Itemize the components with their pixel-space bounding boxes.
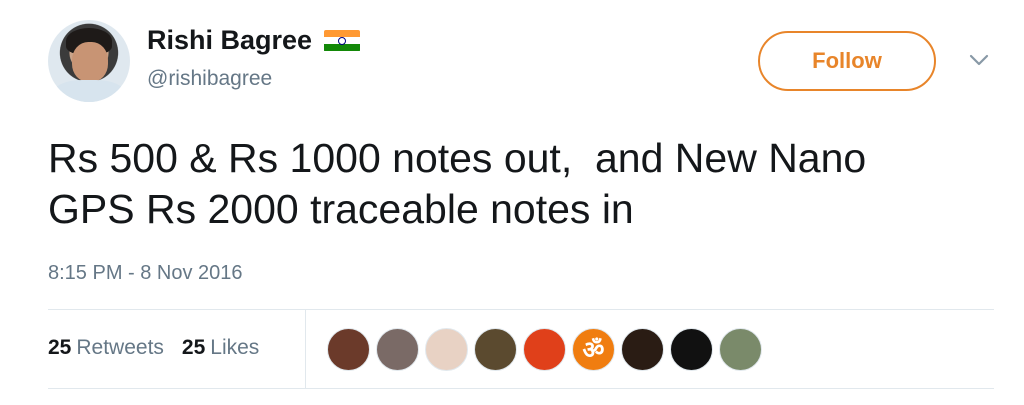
liker-avatar-4[interactable] — [474, 328, 517, 371]
likes-label: Likes — [210, 336, 260, 359]
avatar-shirt — [54, 80, 124, 102]
follow-button[interactable]: Follow — [758, 31, 936, 91]
author-avatar[interactable] — [48, 20, 130, 102]
india-flag-icon — [324, 29, 361, 52]
author-display-name[interactable]: Rishi Bagree — [147, 25, 312, 56]
tweet-text: Rs 500 & Rs 1000 notes out, and New Nano… — [48, 135, 867, 232]
author-name-row: Rishi Bagree — [147, 25, 361, 56]
retweets-count: 25 — [48, 336, 72, 359]
liker-avatar-8[interactable] — [670, 328, 713, 371]
likes-stat[interactable]: 25 Likes — [182, 336, 259, 360]
liker-avatar-7[interactable] — [621, 328, 664, 371]
stats-divider-top — [48, 309, 994, 310]
stats-divider-vertical — [305, 309, 306, 389]
chevron-down-icon[interactable] — [968, 50, 990, 70]
stats-divider-bottom — [48, 388, 994, 389]
om-glyph: ॐ — [582, 337, 605, 364]
om-icon[interactable]: ॐ — [572, 328, 615, 371]
tweet-timestamp[interactable]: 8:15 PM - 8 Nov 2016 — [48, 262, 243, 285]
retweets-label: Retweets — [76, 336, 164, 359]
author-handle[interactable]: @rishibagree — [147, 67, 272, 91]
liker-avatar-3[interactable] — [425, 328, 468, 371]
retweets-stat[interactable]: 25 Retweets — [48, 336, 164, 360]
tweet-stats: 25 Retweets 25 Likes — [48, 336, 259, 360]
liker-avatar-5[interactable] — [523, 328, 566, 371]
liker-avatar-1[interactable] — [327, 328, 370, 371]
avatar-face — [72, 42, 108, 82]
liker-avatar-2[interactable] — [376, 328, 419, 371]
likers-avatar-list: ॐ — [327, 328, 762, 371]
likes-count: 25 — [181, 336, 206, 359]
liker-avatar-9[interactable] — [719, 328, 762, 371]
